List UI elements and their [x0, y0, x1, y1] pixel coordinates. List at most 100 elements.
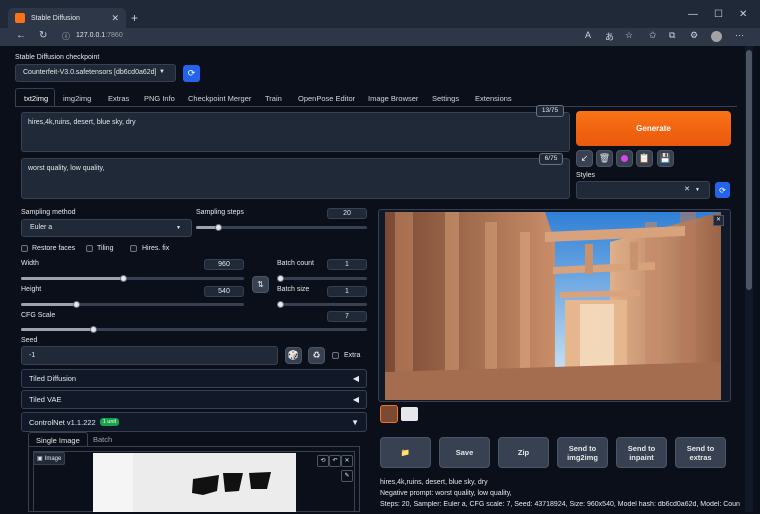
tiled-vae-accordion[interactable]: Tiled VAE ◀ — [21, 390, 367, 409]
styles-dropdown[interactable]: ✕ ▼ — [576, 181, 710, 199]
slider-track — [277, 277, 367, 280]
browser-tab[interactable]: Stable Diffusion ✕ — [8, 8, 126, 28]
batch-count-slider[interactable] — [277, 275, 367, 282]
tiling-checkbox[interactable] — [86, 245, 93, 252]
sampling-steps-input[interactable]: 20 — [327, 208, 367, 219]
triangle-down-icon: ▼ — [351, 417, 359, 427]
tiled-diffusion-title: Tiled Diffusion — [29, 374, 77, 383]
tiled-diffusion-accordion[interactable]: Tiled Diffusion ◀ — [21, 369, 367, 388]
controlnet-accordion[interactable]: ControlNet v1.1.222 1 unit ▼ — [21, 412, 367, 432]
refresh-checkpoint-button[interactable]: ⟳ — [183, 65, 200, 82]
apply-style-button[interactable]: 📋 — [636, 150, 653, 167]
clear-prompt-button[interactable]: 🗑 — [596, 150, 613, 167]
cfg-scale-slider[interactable] — [21, 326, 367, 333]
send-to-extras-button[interactable]: Send to extras — [675, 437, 726, 468]
maximize-button[interactable]: ☐ — [714, 9, 723, 20]
minimize-button[interactable]: — — [688, 9, 698, 20]
close-window-button[interactable]: ✕ — [739, 9, 747, 20]
cfg-scale-input[interactable]: 7 — [327, 311, 367, 322]
tab-checkpoint-merger[interactable]: Checkpoint Merger — [188, 94, 251, 103]
clear-icon[interactable]: ✕ — [684, 185, 690, 193]
tab-extras[interactable]: Extras — [108, 94, 129, 103]
swap-dimensions-button[interactable]: ⇅ — [252, 276, 269, 293]
slider-knob[interactable] — [90, 326, 98, 333]
controlnet-tab-batch[interactable]: Batch — [93, 435, 112, 444]
collections-icon[interactable]: ⧉ — [669, 30, 675, 41]
tab-extensions[interactable]: Extensions — [475, 94, 512, 103]
output-image[interactable] — [385, 212, 721, 400]
width-input[interactable]: 960 — [204, 259, 244, 270]
tab-openpose-editor[interactable]: OpenPose Editor — [298, 94, 355, 103]
batch-count-input[interactable]: 1 — [327, 259, 367, 270]
url-text[interactable]: 127.0.0.1:7860 — [76, 32, 123, 39]
negative-prompt-input[interactable]: worst quality, low quality, — [21, 158, 570, 199]
image-icon: ▣ — [37, 456, 43, 462]
profile-avatar[interactable] — [711, 31, 722, 42]
reload-icon[interactable]: ↻ — [39, 30, 47, 41]
batch-size-input[interactable]: 1 — [327, 286, 367, 297]
menu-icon[interactable]: ⋯ — [735, 30, 744, 41]
close-icon[interactable]: ✕ — [341, 455, 353, 467]
styles-label: Styles — [576, 172, 596, 179]
tiled-vae-title: Tiled VAE — [29, 395, 62, 404]
networks-icon — [621, 155, 628, 162]
positive-token-counter: 13/75 — [536, 105, 564, 117]
paste-params-button[interactable]: ↙ — [576, 150, 593, 167]
favorites-icon[interactable]: ✩ — [649, 30, 657, 41]
thumbnail-1[interactable] — [380, 405, 398, 423]
slider-knob[interactable] — [277, 275, 284, 282]
back-icon[interactable]: ← — [16, 30, 26, 41]
page-scrollbar[interactable] — [745, 46, 753, 512]
height-slider[interactable] — [21, 301, 244, 308]
favorite-star-icon[interactable]: ☆ — [625, 30, 633, 41]
tab-png-info[interactable]: PNG Info — [144, 94, 175, 103]
tab-train[interactable]: Train — [265, 94, 282, 103]
save-style-button[interactable]: 💾 — [657, 150, 674, 167]
random-seed-button[interactable]: 🎲 — [285, 347, 302, 364]
slider-knob[interactable] — [214, 224, 222, 231]
slider-track — [277, 303, 367, 306]
generate-button[interactable]: Generate — [576, 111, 731, 146]
send-to-img2img-button[interactable]: Send to img2img — [557, 437, 608, 468]
close-preview-icon[interactable]: ✕ — [713, 215, 724, 226]
sampling-steps-slider[interactable] — [196, 224, 367, 231]
extensions-icon[interactable]: ⚙ — [690, 30, 698, 41]
slider-knob[interactable] — [120, 275, 128, 282]
chevron-down-icon: ▼ — [159, 69, 165, 75]
tab-txt2img[interactable]: txt2img — [24, 94, 48, 103]
slider-knob[interactable] — [73, 301, 81, 308]
tab-image-browser[interactable]: Image Browser — [368, 94, 418, 103]
send-to-inpaint-button[interactable]: Send to inpaint — [616, 437, 667, 468]
controlnet-tab-single-image[interactable]: Single Image — [28, 432, 88, 446]
edit-icon[interactable]: ✎ — [341, 470, 353, 482]
extra-seed-checkbox[interactable] — [332, 352, 339, 359]
tab-settings[interactable]: Settings — [432, 94, 459, 103]
rotate-icon[interactable]: ⟲ — [317, 455, 329, 467]
translate-icon[interactable]: あ — [605, 30, 614, 43]
thumbnail-2[interactable] — [401, 407, 418, 421]
read-aloud-icon[interactable]: A — [585, 30, 591, 40]
open-folder-button[interactable]: 📁 — [380, 437, 431, 468]
save-button[interactable]: Save — [439, 437, 490, 468]
height-input[interactable]: 540 — [204, 286, 244, 297]
reuse-seed-button[interactable]: ♻ — [308, 347, 325, 364]
refresh-styles-button[interactable]: ⟳ — [715, 182, 730, 198]
info-icon[interactable]: ⓘ — [62, 31, 70, 42]
clipboard-icon: 📋 — [638, 153, 651, 163]
tab-favicon-icon — [15, 13, 25, 23]
extra-networks-button[interactable] — [616, 150, 633, 167]
new-tab-button[interactable]: + — [131, 11, 138, 25]
checkpoint-dropdown[interactable]: Counterfeit-V3.0.safetensors [db6cd0a62d… — [15, 64, 176, 82]
tab-close-icon[interactable]: ✕ — [111, 13, 119, 24]
batch-size-slider[interactable] — [277, 301, 367, 308]
tab-img2img[interactable]: img2img — [63, 94, 91, 103]
sampling-method-dropdown[interactable]: Euler a ▼ — [21, 219, 192, 237]
restore-faces-checkbox[interactable] — [21, 245, 28, 252]
zip-button[interactable]: Zip — [498, 437, 549, 468]
width-slider[interactable] — [21, 275, 244, 282]
slider-knob[interactable] — [277, 301, 284, 308]
hires-fix-checkbox[interactable] — [130, 245, 137, 252]
seed-input[interactable]: -1 — [21, 346, 278, 365]
undo-icon[interactable]: ↶ — [329, 455, 341, 467]
positive-prompt-input[interactable]: hires,4k,ruins, desert, blue sky, dry — [21, 112, 570, 152]
